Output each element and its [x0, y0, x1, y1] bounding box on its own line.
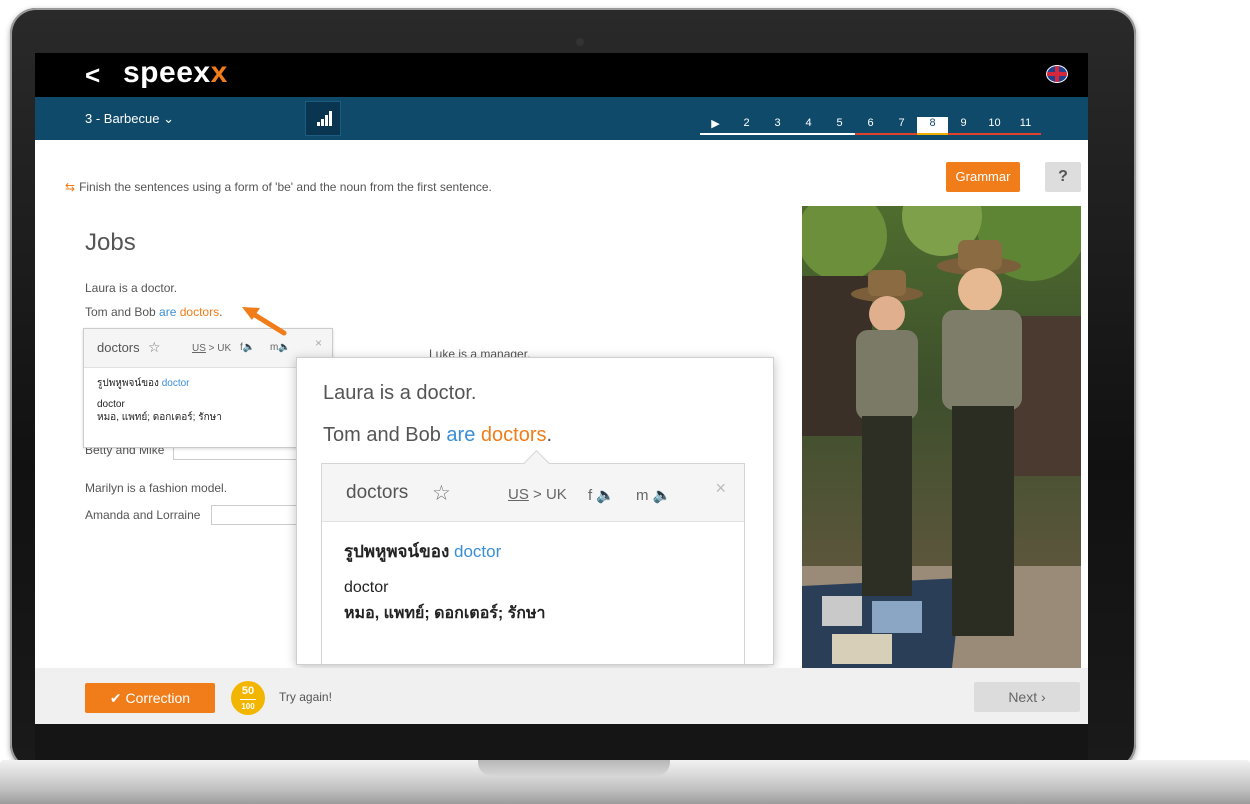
grammar-button[interactable]: Grammar [946, 162, 1020, 192]
lesson-nav: 3 - Barbecue ⌄ ▶ 2 3 4 5 6 7 8 9 10 11 [35, 97, 1088, 140]
zoom-root: doctor [344, 579, 389, 596]
pointer-arrow-icon [242, 307, 287, 336]
star-icon[interactable]: ☆ [148, 339, 161, 356]
laptop-notch [478, 760, 670, 776]
female-audio-icon[interactable]: f 🔈 [588, 486, 615, 504]
answer-input-6[interactable] [211, 505, 299, 525]
popup-word: doctors [97, 340, 140, 355]
instruction: ⇆ Finish the sentences using a form of 'b… [65, 180, 492, 194]
webcam [576, 38, 584, 46]
help-button[interactable]: ? [1045, 162, 1081, 192]
footer-bar: ✔ Correction 50 100 Try again! Next › [35, 668, 1088, 724]
close-icon[interactable]: × [315, 336, 322, 350]
step-tab[interactable]: 11 [1010, 117, 1041, 135]
sentence-1: Laura is a doctor. [85, 281, 178, 295]
exercise-title: Jobs [85, 229, 136, 256]
swap-icon: ⇆ [65, 180, 76, 194]
popup-root: doctor [97, 399, 125, 410]
sentence-2: Tom and Bob are doctors. [85, 305, 223, 319]
zoom-dictionary-popup: doctors ☆ US > UK f 🔈 m 🔈 × รูปพหูพจน์ขอ… [321, 450, 745, 664]
feedback-text: Try again! [279, 690, 332, 704]
screen-bezel [35, 724, 1088, 760]
chevron-down-icon: ⌄ [163, 111, 174, 126]
star-icon[interactable]: ☆ [432, 481, 451, 506]
zoom-translation: หมอ, แพทย์; ดอกเตอร์; รักษา [344, 605, 546, 622]
language-flag-icon[interactable] [1046, 65, 1068, 83]
step-tab[interactable]: 10 [979, 117, 1010, 135]
chevron-right-icon: › [1041, 689, 1046, 705]
step-tab[interactable]: 7 [886, 117, 917, 135]
popup-plural-of: รูปพหูพจน์ของ doctor [97, 378, 190, 389]
step-tab[interactable]: 3 [762, 117, 793, 135]
lesson-dropdown[interactable]: 3 - Barbecue ⌄ [85, 111, 174, 127]
next-button[interactable]: Next › [974, 682, 1080, 712]
exercise-steps: ▶ 2 3 4 5 6 7 8 9 10 11 [700, 117, 1041, 135]
zoom-plural-of: รูปพหูพจน์ของ doctor [344, 542, 502, 561]
zoom-sentence-2: Tom and Bob are doctors. [323, 424, 553, 446]
correction-button[interactable]: ✔ Correction [85, 683, 215, 713]
zoom-sentence-1: Laura is a doctor. [323, 382, 477, 404]
popup-translation: หมอ, แพทย์; ดอกเตอร์; รักษา [97, 412, 222, 423]
male-audio-icon[interactable]: m 🔈 [636, 486, 671, 504]
check-icon: ✔ [109, 690, 122, 706]
step-tab[interactable]: 5 [824, 117, 855, 135]
score-badge: 50 100 [231, 681, 265, 715]
answer-noun[interactable]: doctors [180, 305, 219, 319]
male-audio-icon[interactable]: m🔈 [270, 342, 291, 353]
back-icon[interactable]: < [85, 60, 100, 91]
step-tab[interactable]: 2 [731, 117, 762, 135]
step-tab[interactable]: 9 [948, 117, 979, 135]
step-tab[interactable]: 8 [917, 117, 948, 135]
language-switch[interactable]: US > UK [508, 486, 567, 503]
step-tab[interactable]: 4 [793, 117, 824, 135]
exercise-photo [802, 206, 1081, 668]
close-icon[interactable]: × [715, 478, 726, 499]
signal-level-icon[interactable] [305, 101, 341, 136]
female-audio-icon[interactable]: f🔈 [240, 342, 255, 353]
answer-verb[interactable]: are [159, 305, 176, 319]
step-tab[interactable]: ▶ [700, 117, 731, 135]
sentence-5: Marilyn is a fashion model. [85, 481, 228, 495]
speexx-logo: speexx [123, 56, 228, 89]
language-switch[interactable]: US > UK [192, 343, 231, 354]
app-screen: < speexx 3 - Barbecue ⌄ ▶ 2 3 4 5 6 7 8 9 10 11 Gr… [35, 53, 1088, 724]
top-bar: < speexx [35, 53, 1088, 97]
zoom-popup-word: doctors [346, 482, 409, 503]
sentence-6: Amanda and Lorraine [85, 508, 201, 522]
zoomed-callout: Laura is a doctor. Tom and Bob are docto… [296, 357, 774, 665]
step-tab[interactable]: 6 [855, 117, 886, 135]
